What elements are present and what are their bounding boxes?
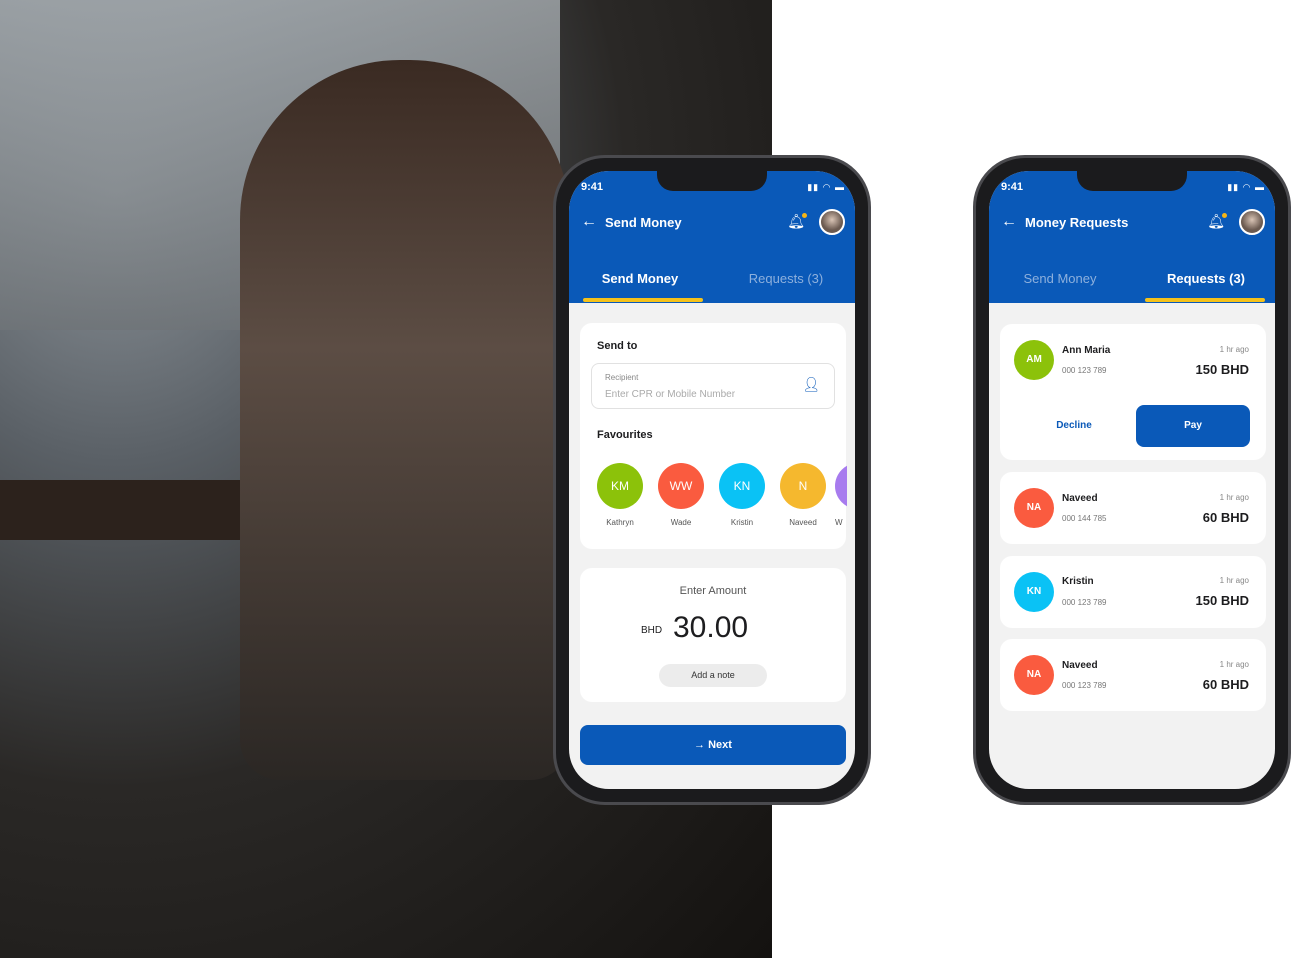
favourites-title: Favourites [597,429,653,441]
page-title: Send Money [605,215,682,230]
status-time: 9:41 [581,181,604,193]
tab-send-money[interactable]: Send Money [570,271,710,286]
avatar[interactable] [819,209,845,235]
tab-send-money[interactable]: Send Money [990,271,1130,286]
avatar[interactable] [1239,209,1265,235]
status-time: 9:41 [1001,181,1024,193]
request-card[interactable]: NA Naveed 000 144 785 1 hr ago 60 BHD [1000,472,1266,544]
status-icons: ▮▮ ◠ ▬ [807,182,845,192]
decline-button[interactable]: Decline [1017,405,1131,447]
recipient-label: Recipient [605,373,639,382]
favourite-item[interactable]: KM Kathryn [597,463,643,527]
request-card[interactable]: NA Naveed 000 123 789 1 hr ago 60 BHD [1000,639,1266,711]
pay-button[interactable]: Pay [1136,405,1250,447]
recipient-input[interactable]: Recipient Enter CPR or Mobile Number 👤︎ [591,363,835,409]
favourite-item[interactable]: KN Kristin [719,463,765,527]
send-to-card: Send to Recipient Enter CPR or Mobile Nu… [580,323,847,549]
page-title: Money Requests [1025,215,1129,230]
back-arrow-icon[interactable]: ← [581,213,597,231]
status-icons: ▮▮ ◠ ▬ [1227,182,1265,192]
add-note-button[interactable]: Add a note [659,664,767,687]
send-to-label: Send to [597,340,638,352]
tab-requests[interactable]: Requests (3) [1136,271,1275,286]
recipient-placeholder: Enter CPR or Mobile Number [605,389,736,400]
arrow-right-icon: → [694,739,709,751]
tab-requests[interactable]: Requests (3) [716,271,855,286]
phone-money-requests: 9:41 ▮▮ ◠ ▬ ← Money Requests 🔔︎ Send Mon… [973,155,1291,805]
contact-icon[interactable]: 👤︎ [802,376,820,393]
favourite-item[interactable]: N Naveed [780,463,826,527]
bell-icon[interactable]: 🔔︎ [1207,213,1227,230]
favourite-item[interactable]: WW Wade [658,463,704,527]
request-card[interactable]: KN Kristin 000 123 789 1 hr ago 150 BHD [1000,556,1266,628]
phone-send-money: 9:41 ▮▮ ◠ ▬ ← Send Money 🔔︎ Send Money R… [553,155,871,805]
amount-value[interactable]: 30.00 [673,611,748,645]
bell-icon[interactable]: 🔔︎ [787,213,807,230]
favourite-item[interactable]: W [835,463,847,527]
next-button[interactable]: → Next [580,725,846,765]
request-card: AM Ann Maria 000 123 789 1 hr ago 150 BH… [1000,324,1266,460]
back-arrow-icon[interactable]: ← [1001,213,1017,231]
currency: BHD [641,625,663,636]
amount-card: Enter Amount BHD 30.00 Add a note [580,568,846,702]
amount-label: Enter Amount [679,585,747,597]
